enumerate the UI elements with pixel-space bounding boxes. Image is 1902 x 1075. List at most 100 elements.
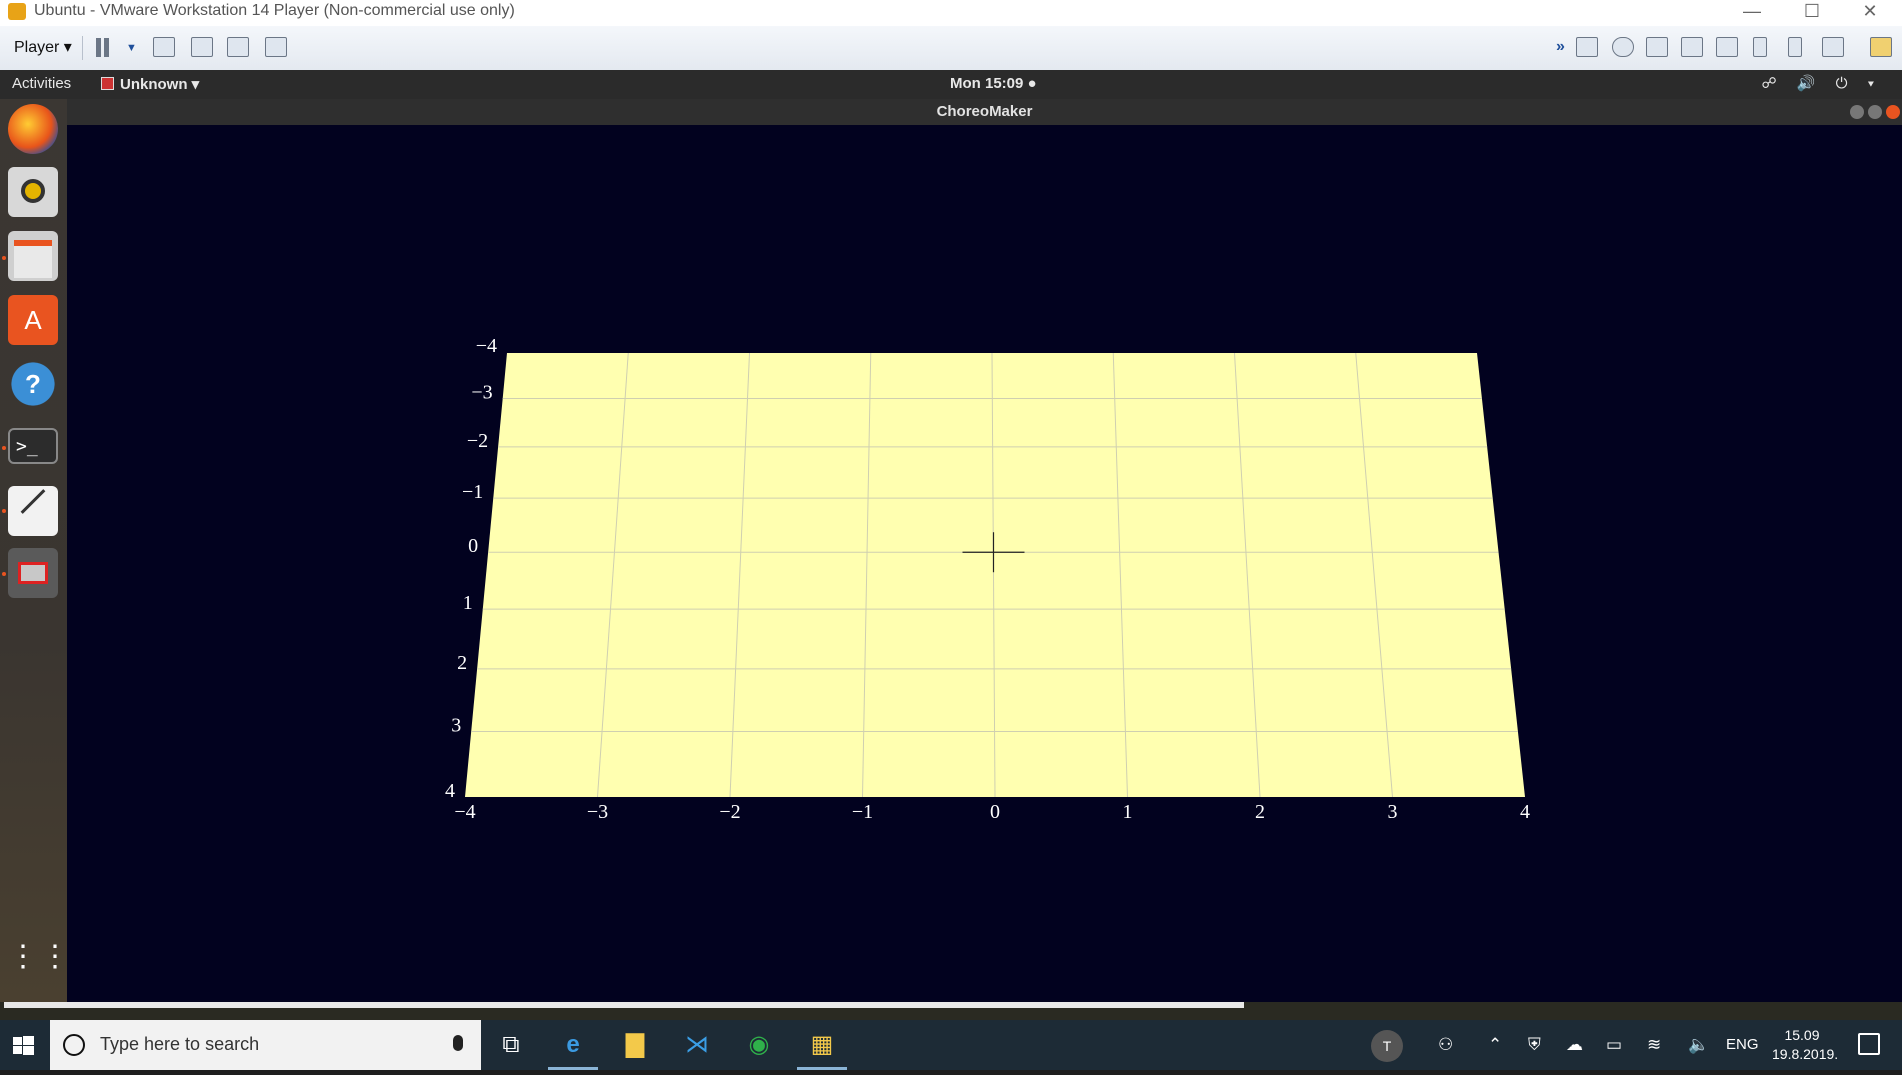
usb-device-icon[interactable]: [1753, 37, 1767, 57]
search-box[interactable]: Type here to search: [50, 1020, 481, 1070]
window-close-button[interactable]: [1886, 105, 1900, 119]
file-explorer-icon[interactable]: ▇: [610, 1020, 660, 1070]
x-tick-label: 4: [1520, 801, 1530, 823]
hard-disk-icon[interactable]: [1576, 37, 1598, 57]
y-tick-label: 1: [463, 592, 473, 614]
y-tick-label: 3: [451, 715, 461, 737]
removable-devices-icon[interactable]: [191, 37, 213, 57]
window-minimize-button[interactable]: [1850, 105, 1864, 119]
player-menu-button[interactable]: Player ▾: [8, 36, 78, 60]
minimize-button[interactable]: —: [1730, 0, 1774, 26]
vmware-taskbar-icon[interactable]: ▦: [797, 1020, 847, 1070]
activities-button[interactable]: Activities: [12, 75, 71, 92]
running-indicator: [2, 572, 6, 576]
y-tick-label: −2: [467, 430, 488, 452]
start-button[interactable]: [0, 1020, 48, 1070]
x-tick-label: 3: [1388, 801, 1398, 823]
app-menu-label: Unknown ▾: [120, 76, 200, 93]
running-indicator: [2, 509, 6, 513]
files-icon[interactable]: [8, 231, 58, 281]
rhythmbox-icon[interactable]: [8, 167, 58, 217]
y-tick-label: −1: [462, 481, 483, 503]
send-ctrl-alt-del-icon[interactable]: [153, 37, 175, 57]
window-maximize-button[interactable]: [1868, 105, 1882, 119]
unity-mode-icon[interactable]: [265, 37, 287, 57]
floor-plot[interactable]: −4 −3 −2 −1 0 1 2 3 4−4−3−2−101234: [67, 125, 1902, 1002]
maximize-button[interactable]: ☐: [1790, 0, 1834, 26]
clock[interactable]: Mon 15:09 ●: [950, 75, 1037, 92]
x-tick-label: 0: [990, 801, 1000, 823]
cd-drive-icon[interactable]: [1612, 37, 1634, 57]
software-center-icon[interactable]: A: [8, 295, 58, 345]
volume-icon[interactable]: 🔈: [1688, 1035, 1709, 1055]
running-indicator: [2, 256, 6, 260]
edge-dev-icon[interactable]: ◉: [734, 1020, 784, 1070]
firefox-icon[interactable]: [8, 104, 58, 154]
more-devices-icon[interactable]: »: [1556, 38, 1565, 56]
y-tick-label: 4: [445, 780, 455, 802]
pause-dropdown-icon[interactable]: ▼: [126, 42, 137, 54]
notification-center-icon[interactable]: [1858, 1033, 1880, 1055]
x-tick-label: −4: [454, 801, 475, 823]
system-menu[interactable]: ☍ 🔊 ⏻ ▾: [1761, 74, 1882, 92]
ubuntu-top-bar: Activities Unknown ▾ Mon 15:09 ● ☍ 🔊 ⏻ ▾: [0, 70, 1902, 99]
toolbar-separator: [82, 36, 83, 60]
network-adapter-icon[interactable]: [1646, 37, 1668, 57]
app-window-title: ChoreoMaker: [936, 103, 1033, 120]
tray-date: 19.8.2019.: [1772, 1046, 1839, 1062]
y-tick-label: −4: [476, 335, 497, 357]
fit-guest-icon[interactable]: [227, 37, 249, 57]
windows-logo-icon: [13, 1036, 34, 1055]
task-view-icon[interactable]: ⧉: [486, 1020, 536, 1070]
battery-icon[interactable]: ▭: [1606, 1035, 1622, 1055]
usb-device-2-icon[interactable]: [1788, 37, 1802, 57]
ubuntu-dock: A ? >_ ⋮⋮⋮: [0, 99, 102, 1002]
x-tick-label: 2: [1255, 801, 1265, 823]
app-window-title-bar: ChoreoMaker: [67, 99, 1902, 125]
vmware-logo-icon: [8, 3, 26, 20]
vmware-toolbar: Player ▾ ▼ »: [0, 26, 1902, 71]
tray-time: 15.09: [1784, 1027, 1820, 1043]
x-tick-label: −2: [719, 801, 740, 823]
wifi-icon[interactable]: ≋: [1647, 1035, 1661, 1055]
vmware-window-title: Ubuntu - VMware Workstation 14 Player (N…: [34, 2, 515, 19]
clock-tray[interactable]: 15.09 19.8.2019.: [1772, 1026, 1839, 1064]
host-desktop-strip: [0, 1002, 1902, 1020]
choreography-canvas[interactable]: −4 −3 −2 −1 0 1 2 3 4 −4 −3 −2 −1 0 1 2 3 4: [67, 125, 1902, 1002]
defender-icon[interactable]: ⛨: [1528, 1035, 1541, 1055]
display-icon[interactable]: [1822, 37, 1844, 57]
language-indicator[interactable]: ENG: [1726, 1036, 1759, 1053]
y-tick-label: 2: [457, 652, 467, 674]
microphone-icon[interactable]: [453, 1035, 463, 1051]
app-menu-icon: [101, 77, 114, 90]
edge-icon[interactable]: e: [548, 1020, 598, 1070]
message-log-icon[interactable]: [1870, 37, 1892, 57]
x-tick-label: −1: [852, 801, 873, 823]
pause-icon-bar[interactable]: [104, 38, 109, 57]
vscode-icon[interactable]: ⋊: [672, 1020, 722, 1070]
vmware-title-bar: Ubuntu - VMware Workstation 14 Player (N…: [0, 0, 1902, 26]
search-placeholder: Type here to search: [100, 1034, 260, 1054]
text-editor-icon[interactable]: [8, 486, 58, 536]
avatar[interactable]: T: [1371, 1030, 1403, 1062]
help-icon[interactable]: ?: [8, 359, 58, 409]
sound-card-icon[interactable]: [1716, 37, 1738, 57]
horizontal-scrollbar[interactable]: [4, 1002, 1244, 1008]
show-applications-icon[interactable]: ⋮⋮⋮: [8, 937, 102, 987]
y-tick-label: 0: [468, 535, 478, 557]
printer-icon[interactable]: [1681, 37, 1703, 57]
x-tick-label: −3: [587, 801, 608, 823]
choreomaker-icon[interactable]: [8, 548, 58, 598]
people-icon[interactable]: ⚇: [1438, 1035, 1453, 1055]
running-indicator: [2, 446, 6, 450]
y-tick-label: −3: [471, 382, 492, 404]
pause-icon[interactable]: [96, 38, 101, 57]
x-tick-label: 1: [1123, 801, 1133, 823]
onedrive-icon[interactable]: ☁: [1566, 1035, 1583, 1055]
windows-taskbar: Type here to search ⧉ e ▇ ⋊ ◉ ▦ T ⚇ ⌃ ⛨ …: [0, 1020, 1902, 1070]
cortana-icon: [63, 1034, 85, 1056]
app-menu[interactable]: Unknown ▾: [101, 75, 199, 93]
show-hidden-icons-chevron-icon[interactable]: ⌃: [1488, 1035, 1502, 1055]
terminal-icon[interactable]: >_: [8, 428, 58, 464]
close-button[interactable]: ✕: [1848, 0, 1892, 26]
